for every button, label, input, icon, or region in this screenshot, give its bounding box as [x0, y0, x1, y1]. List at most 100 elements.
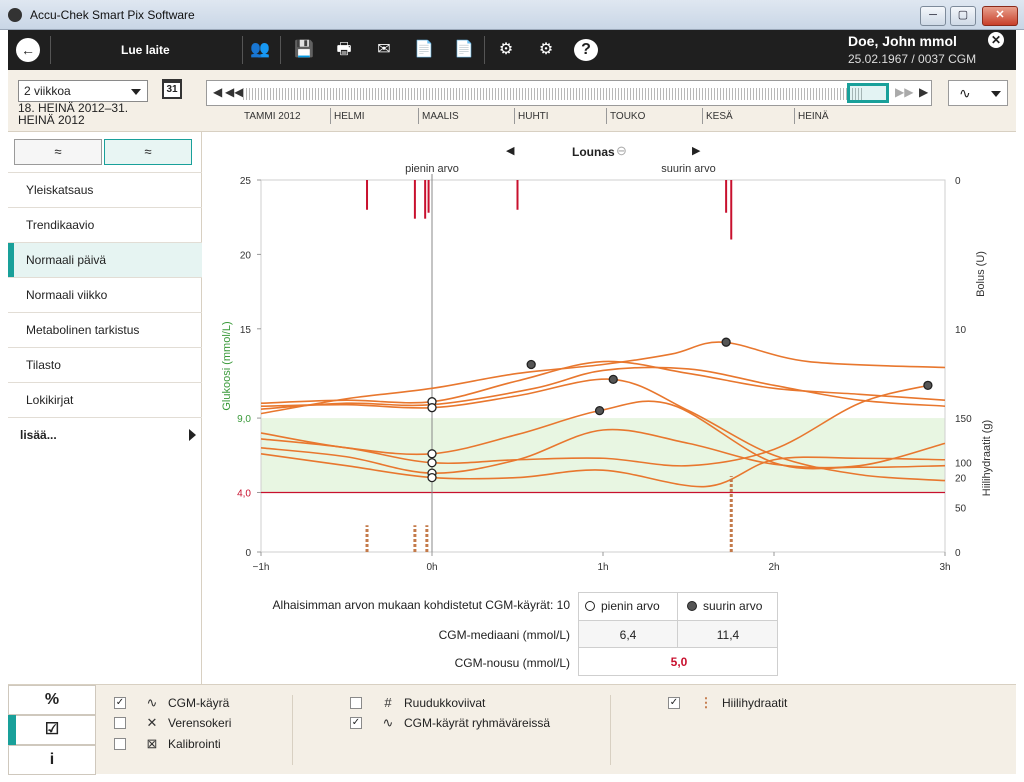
max-point: [923, 380, 933, 390]
option-calibration[interactable]: ⊠ Kalibrointi: [114, 735, 294, 753]
toolbar: ← Lue laite 👥 💾 🖶 ✉ 📄 📄 ⚙ ⚙ ? Doe, John …: [8, 30, 1016, 70]
max-point: [608, 374, 618, 385]
period-range: 18. HEINÄ 2012–31. HEINÄ 2012: [18, 101, 129, 127]
main-content: 0 4,0 9,0 15 20 25 −1h 0h 1h 2h 3h 0 10 20 0 50 100 150 Gl…: [202, 132, 1016, 684]
option-blood-glucose[interactable]: ✕ Verensokeri: [114, 714, 294, 732]
title-bar: Accu-Chek Smart Pix Software ─ ▢ ✕: [0, 0, 1024, 30]
mode-button-curves[interactable]: ≈: [14, 139, 102, 165]
month-separator: [606, 108, 607, 124]
read-device-button[interactable]: Lue laite: [121, 43, 170, 57]
month-separator: [514, 108, 515, 124]
email-icon[interactable]: ✉: [372, 39, 396, 61]
option-checkbox[interactable]: ✓: [668, 697, 680, 709]
back-button[interactable]: ←: [16, 38, 40, 62]
nav-item-standard-day[interactable]: Normaali päivä: [8, 242, 202, 277]
nav-item-standard-week[interactable]: Normaali viikko: [8, 277, 202, 312]
pdf-export-icon[interactable]: 📄: [452, 39, 476, 61]
month-separator: [702, 108, 703, 124]
help-icon[interactable]: ?: [574, 39, 598, 61]
nav-item-statistics[interactable]: Tilasto: [8, 347, 202, 382]
y-axis-title: Glukoosi (mmol/L): [221, 321, 233, 410]
option-carbohydrates[interactable]: ✓ ⋮ Hiilihydraatit: [668, 694, 868, 712]
option-label: CGM-käyrä: [168, 696, 230, 710]
save-icon[interactable]: 💾: [292, 39, 316, 61]
close-patient-icon[interactable]: ✕: [988, 32, 1004, 48]
nav-item-logbooks[interactable]: Lokikirjat: [8, 382, 202, 417]
bottom-panel: % ☑ i ✓ ∿ CGM-käyrä ✕ Verensokeri ⊠ Kali…: [8, 684, 1016, 775]
carb-tick-label: 0: [955, 548, 961, 559]
timeline-month-label: TOUKO: [610, 111, 646, 122]
minimize-button[interactable]: ─: [920, 6, 946, 26]
meal-navigator: ◀ Lounas ⊖ ▶: [502, 142, 702, 162]
min-point: [427, 403, 437, 413]
zoom-icon[interactable]: ⊖: [616, 143, 627, 159]
calibration-icon: ⊠: [146, 736, 158, 751]
toolbar-separator: [50, 36, 51, 64]
timeline-last-icon[interactable]: ▶: [919, 85, 928, 99]
tab-percent[interactable]: %: [8, 685, 96, 715]
option-checkbox[interactable]: [114, 717, 126, 729]
timeline-next-icon[interactable]: ▶▶: [895, 85, 913, 99]
min-legend-label: pienin arvo: [601, 599, 660, 613]
close-window-button[interactable]: ✕: [982, 6, 1018, 26]
timeline-prev-icon[interactable]: ◀: [213, 85, 222, 99]
cross-icon: ✕: [146, 715, 158, 730]
option-checkbox[interactable]: [350, 697, 362, 709]
nav-more-label: lisää...: [20, 428, 57, 442]
option-cgm-curve[interactable]: ✓ ∿ CGM-käyrä: [114, 694, 294, 712]
nav-item-metabolic[interactable]: Metabolinen tarkistus: [8, 312, 202, 347]
patient-info: 25.02.1967 / 0037 CGM: [848, 52, 977, 66]
device-settings-icon[interactable]: ⚙: [534, 39, 558, 61]
nav-item-more[interactable]: lisää...: [8, 417, 202, 452]
timeline-track[interactable]: [243, 88, 863, 100]
month-separator: [794, 108, 795, 124]
max-legend-label: suurin arvo: [703, 599, 763, 613]
option-gridlines[interactable]: # Ruudukkoviivat: [350, 694, 600, 712]
tab-options[interactable]: ☑: [8, 715, 96, 745]
nav-item-trend[interactable]: Trendikaavio: [8, 207, 202, 242]
meal-label: Lounas: [572, 145, 615, 159]
min-point: [427, 449, 437, 459]
median-label: CGM-mediaani (mmol/L): [438, 628, 570, 642]
month-separator: [418, 108, 419, 124]
tab-info[interactable]: i: [8, 745, 96, 775]
toolbar-separator: [484, 36, 485, 64]
calendar-icon[interactable]: 31: [162, 79, 182, 99]
print-icon[interactable]: 🖶: [332, 39, 356, 61]
period-select[interactable]: 2 viikkoa: [18, 80, 148, 102]
timeline-selection-handle[interactable]: [847, 83, 889, 103]
panel-separator: [292, 695, 293, 765]
x-tick-label: −1h: [253, 562, 270, 573]
x-tick-label: 2h: [768, 562, 779, 573]
carb-tick-label: 100: [955, 459, 972, 470]
meal-next-icon[interactable]: ▶: [692, 144, 700, 157]
pdf-icon[interactable]: 📄: [412, 39, 436, 61]
meal-prev-icon[interactable]: ◀: [506, 144, 514, 157]
nav-item-overview[interactable]: Yleiskatsaus: [8, 172, 202, 207]
left-navigation: ≈ ≈ Yleiskatsaus Trendikaavio Normaali p…: [8, 132, 202, 684]
cell-divider: [677, 593, 678, 621]
maximize-button[interactable]: ▢: [950, 6, 976, 26]
chevron-down-icon: [131, 89, 141, 95]
timeline-month-label: HEINÄ: [798, 111, 829, 122]
timeline-month-label: HELMI: [334, 111, 365, 122]
settings-icon[interactable]: ⚙: [494, 39, 518, 61]
timeline-slider[interactable]: ◀ ◀◀ ▶▶ ▶: [206, 80, 932, 106]
rise-row: 5,0: [578, 648, 778, 676]
bolus-tick-label: 10: [955, 325, 967, 336]
option-checkbox[interactable]: [114, 738, 126, 750]
option-group-colors[interactable]: ✓ ∿ CGM-käyrät ryhmäväreissä: [350, 714, 600, 732]
view-mode-toggle: ≈ ≈: [14, 139, 194, 165]
bolus-axis-title: Bolus (U): [975, 251, 987, 297]
users-icon[interactable]: 👥: [248, 39, 272, 61]
panel-separator: [610, 695, 611, 765]
curve-style-dropdown[interactable]: ∿: [948, 80, 1008, 106]
timeline-first-icon[interactable]: ◀◀: [225, 85, 243, 99]
carb-axis-title: Hiilihydraatit (g): [981, 420, 993, 496]
mode-button-aligned[interactable]: ≈: [104, 139, 192, 165]
option-checkbox[interactable]: ✓: [114, 697, 126, 709]
option-checkbox[interactable]: ✓: [350, 717, 362, 729]
chevron-down-icon: [991, 91, 1001, 97]
cgm-curve-line: [260, 366, 946, 410]
period-bar: 2 viikkoa 18. HEINÄ 2012–31. HEINÄ 2012 …: [8, 70, 1016, 132]
